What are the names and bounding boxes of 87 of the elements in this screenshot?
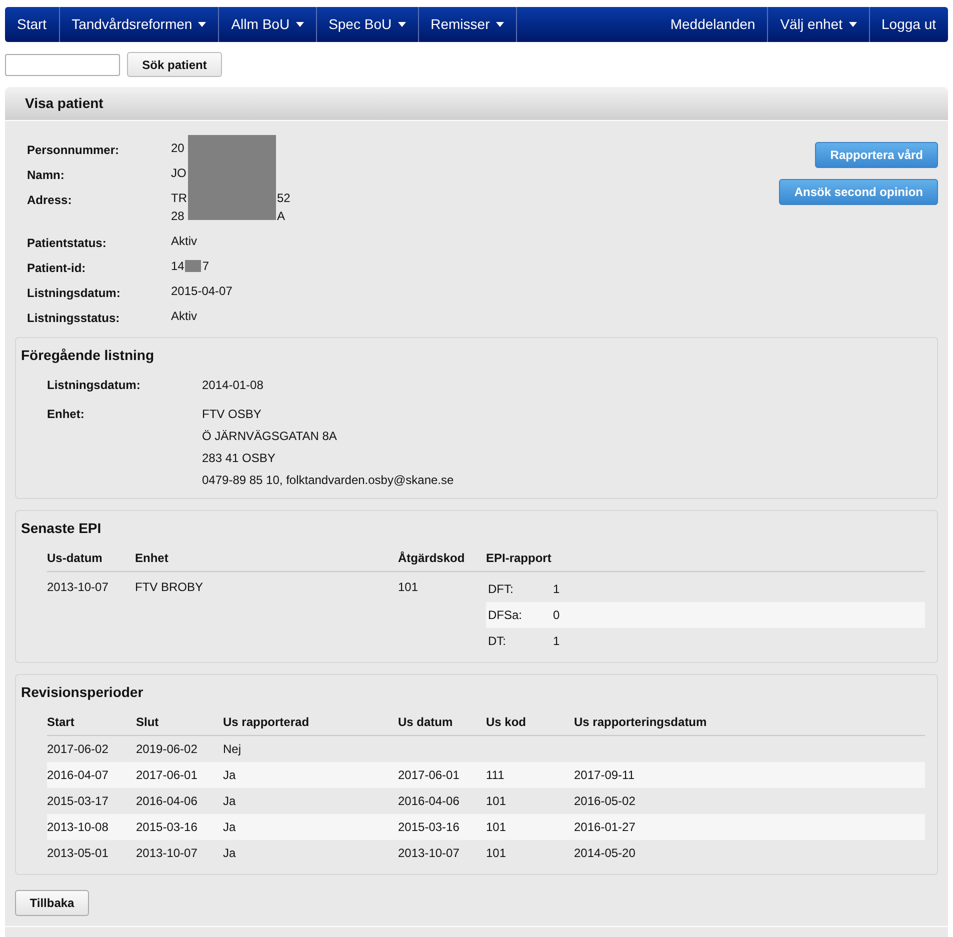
section-title: Senaste EPI: [20, 519, 102, 538]
column-header: Us-datum: [47, 550, 104, 567]
section-title: Revisionsperioder: [20, 683, 144, 702]
table-cell-text: 101: [486, 819, 508, 836]
table-cell-text: 101: [486, 793, 508, 810]
table-cell-text: Ja: [223, 819, 237, 836]
table-cell-text: 2016-04-06: [398, 793, 460, 810]
field-value: 52: [277, 190, 290, 207]
table-cell-text: 2019-06-02: [136, 741, 198, 758]
field-label: Listningsdatum:: [27, 285, 122, 298]
table-cell-text: 2017-09-11: [574, 767, 636, 784]
column-header: Åtgärdskod: [398, 550, 466, 567]
column-header: Us kod: [486, 714, 528, 731]
table-cell-text: 2015-03-16: [398, 819, 460, 836]
field-label: Listningsdatum:: [47, 377, 142, 394]
nav-link[interactable]: Logga ut: [868, 7, 948, 42]
table-cell-text: 2013-10-07: [47, 579, 110, 596]
column-header: Us rapporteringsdatum: [574, 714, 708, 731]
column-header: Us datum: [398, 714, 454, 731]
nav-link[interactable]: Start: [5, 7, 60, 42]
field-value: 2014-01-08: [202, 377, 264, 394]
table-cell-text: 2013-10-07: [398, 845, 460, 862]
column-header: Start: [47, 714, 76, 731]
table-cell-text: 2014-05-20: [574, 845, 636, 862]
column-header: Slut: [136, 714, 160, 731]
field-value: Aktiv: [171, 233, 198, 250]
field-value: TR: [171, 191, 187, 205]
field-value: 2015-04-07: [171, 283, 232, 300]
field-value: 283 41 OSBY: [202, 450, 276, 467]
table-cell-text: Ja: [223, 845, 237, 862]
nav-link[interactable]: Tandvårdsreformen: [60, 7, 220, 42]
back-button[interactable]: Tillbaka: [15, 890, 89, 916]
table-cell-text: 1: [553, 581, 560, 598]
nav-link[interactable]: Meddelanden: [658, 7, 768, 42]
table-cell-text: 2016-01-27: [574, 819, 636, 836]
field-label: Personnummer:: [27, 142, 120, 155]
table-cell-text: DFSa:: [488, 607, 524, 624]
field-value: FTV OSBY: [202, 406, 262, 423]
nav-link[interactable]: Välj enhet: [767, 7, 868, 42]
field-value: 0479-89 85 10, folktandvarden.osby@skane.se: [202, 472, 455, 489]
table-cell-text: FTV BROBY: [135, 579, 204, 596]
table-cell-text: 101: [486, 845, 508, 862]
column-header: EPI-rapport: [486, 550, 552, 567]
table-cell-text: DT:: [488, 633, 507, 650]
table-cell-text: 2016-04-07: [47, 767, 110, 784]
field-label: Listningsstatus:: [27, 310, 121, 323]
search-button[interactable]: Sök patient: [127, 52, 222, 77]
field-value: JO: [171, 166, 186, 180]
field-value: 14: [171, 258, 184, 275]
column-header: Enhet: [135, 550, 170, 567]
table-cell-text: 2015-03-16: [136, 819, 198, 836]
panel-header: Visa patient: [5, 87, 948, 121]
field-value: 20: [171, 141, 184, 155]
field-label: Adress:: [27, 192, 73, 205]
column-header: Us rapporterad: [223, 714, 310, 731]
section-title: Föregående listning: [20, 346, 156, 365]
table-cell-text: 2017-06-02: [47, 741, 110, 758]
table-cell-text: 0: [553, 607, 560, 624]
field-value: 28: [171, 209, 184, 223]
table-cell-text: 1: [553, 633, 560, 650]
table-cell-text: 2017-06-01: [136, 767, 198, 784]
nav-link[interactable]: Allm BoU: [219, 7, 317, 42]
redaction-block: [185, 260, 202, 272]
field-value: Ö JÄRNVÄGSGATAN 8A: [202, 428, 338, 445]
field-value: 7: [202, 258, 210, 275]
table-cell-text: 111: [486, 767, 506, 784]
field-value: A: [277, 208, 286, 225]
field-label: Patientstatus:: [27, 235, 108, 248]
field-value: Aktiv: [171, 308, 198, 325]
table-cell-text: 2013-05-01: [47, 845, 110, 862]
table-cell-text: 2015-03-17: [47, 793, 110, 810]
field-label: Namn:: [27, 167, 66, 180]
table-cell-text: 2016-05-02: [574, 793, 636, 810]
table-cell-text: 2013-10-08: [47, 819, 110, 836]
table-cell-text: 2016-04-06: [136, 793, 198, 810]
table-cell-text: Ja: [223, 793, 237, 810]
table-cell-text: Ja: [223, 767, 237, 784]
table-cell-text: 2017-06-01: [398, 767, 460, 784]
nav-link[interactable]: Spec BoU: [316, 7, 419, 42]
field-label: Enhet:: [47, 406, 86, 423]
table-cell-text: 2013-10-07: [136, 845, 198, 862]
table-cell-text: DFT:: [488, 581, 514, 598]
search-field[interactable]: [5, 54, 120, 76]
table-cell-text: Nej: [223, 741, 242, 758]
nav-link[interactable]: Remisser: [418, 7, 517, 42]
field-label: Patient-id:: [27, 260, 87, 273]
table-cell-text: 101: [398, 579, 420, 596]
